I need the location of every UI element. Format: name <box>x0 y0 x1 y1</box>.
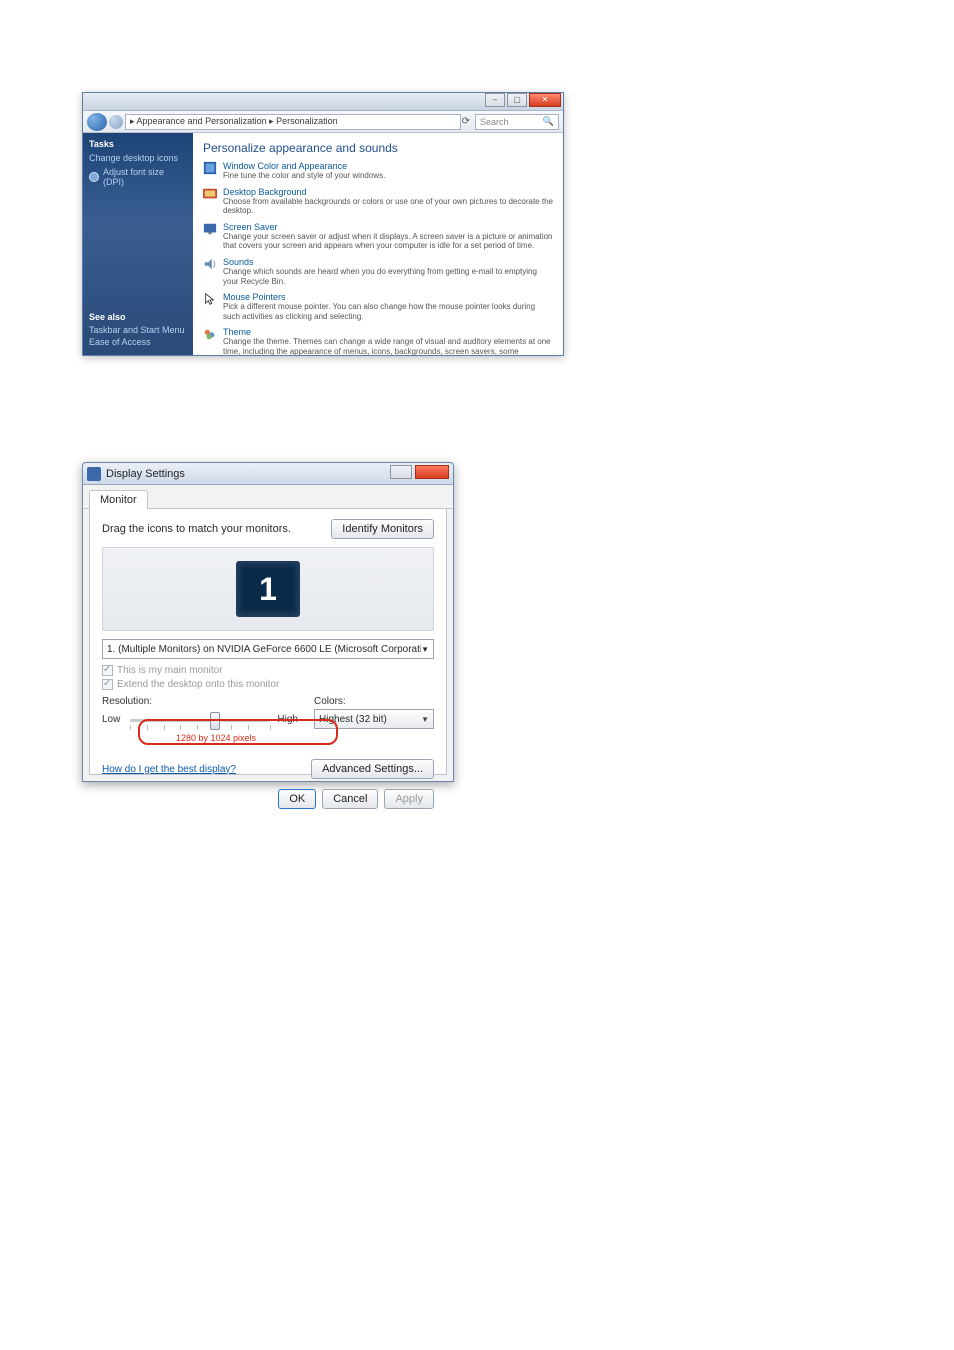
item-title: Sounds <box>223 257 553 267</box>
see-also-ease[interactable]: Ease of Access <box>89 337 187 347</box>
resolution-readout: 1280 by 1024 pixels <box>176 733 256 743</box>
see-also-heading: See also <box>89 312 187 322</box>
slider-low-label: Low <box>102 714 120 725</box>
identify-monitors-button[interactable]: Identify Monitors <box>331 519 434 539</box>
help-button[interactable] <box>390 465 412 479</box>
back-button[interactable] <box>87 113 107 131</box>
item-title: Theme <box>223 327 553 337</box>
see-also-taskbar[interactable]: Taskbar and Start Menu <box>89 325 187 335</box>
item-screen-saver[interactable]: Screen Saver Change your screen saver or… <box>203 222 553 251</box>
item-desc: Change your screen saver or adjust when … <box>223 232 553 251</box>
checkbox-icon <box>102 665 113 676</box>
chevron-down-icon: ▼ <box>421 645 429 654</box>
item-desc: Change the theme. Themes can change a wi… <box>223 337 553 355</box>
search-icon: 🔍 <box>543 116 554 127</box>
page-title: Personalize appearance and sounds <box>203 141 553 155</box>
close-button[interactable] <box>415 465 449 479</box>
desktop-bg-icon <box>203 187 217 201</box>
ok-button[interactable]: OK <box>278 789 316 809</box>
display-settings-dialog: Display Settings Monitor Drag the icons … <box>82 462 454 782</box>
item-desc: Choose from available backgrounds or col… <box>223 197 553 216</box>
dialog-titlebar[interactable]: Display Settings <box>83 463 453 485</box>
item-desktop-bg[interactable]: Desktop Background Choose from available… <box>203 187 553 216</box>
tab-label: Monitor <box>100 494 137 506</box>
item-sounds[interactable]: Sounds Change which sounds are heard whe… <box>203 257 553 286</box>
checkbox-label: This is my main monitor <box>117 665 223 676</box>
mouse-pointer-icon <box>203 292 217 306</box>
monitor-1[interactable]: 1 <box>236 561 300 617</box>
theme-icon <box>203 327 217 341</box>
checkbox-icon <box>102 679 113 690</box>
item-title: Screen Saver <box>223 222 553 232</box>
checkbox-extend-desktop: Extend the desktop onto this monitor <box>102 679 434 690</box>
breadcrumb[interactable]: ▸ Appearance and Personalization ▸ Perso… <box>125 114 461 130</box>
button-label: Cancel <box>333 793 367 805</box>
item-desc: Change which sounds are heard when you d… <box>223 267 553 286</box>
drag-instruction: Drag the icons to match your monitors. <box>102 523 291 535</box>
chevron-down-icon: ▼ <box>421 715 429 724</box>
item-title: Desktop Background <box>223 187 553 197</box>
button-label: Advanced Settings... <box>322 763 423 775</box>
close-button[interactable]: ✕ <box>529 93 561 107</box>
personalization-window: – ▢ ✕ ▸ Appearance and Personalization ▸… <box>82 92 564 356</box>
sidebar-item-label: Change desktop icons <box>89 153 178 163</box>
minimize-button[interactable]: – <box>485 93 505 107</box>
checkbox-main-monitor: This is my main monitor <box>102 665 434 676</box>
display-icon <box>87 467 101 481</box>
colors-label: Colors: <box>314 696 434 707</box>
monitor-number: 1 <box>259 571 277 608</box>
monitor-arrangement-area[interactable]: 1 <box>102 547 434 631</box>
search-input[interactable]: Search 🔍 <box>475 114 559 130</box>
sidebar-item-font-size[interactable]: Adjust font size (DPI) <box>89 167 187 187</box>
item-theme[interactable]: Theme Change the theme. Themes can chang… <box>203 327 553 355</box>
sidebar-heading: Tasks <box>89 139 187 149</box>
select-value: 1. (Multiple Monitors) on NVIDIA GeForce… <box>107 644 421 655</box>
search-placeholder: Search <box>480 117 509 127</box>
sidebar-item-label: Adjust font size (DPI) <box>103 167 187 187</box>
breadcrumb-text: ▸ Appearance and Personalization ▸ Perso… <box>130 116 338 127</box>
button-label: Apply <box>395 793 423 805</box>
shield-icon <box>89 172 99 182</box>
item-mouse-pointers[interactable]: Mouse Pointers Pick a different mouse po… <box>203 292 553 321</box>
item-desc: Fine tune the color and style of your wi… <box>223 171 553 181</box>
link-label: How do I get the best display? <box>102 764 236 775</box>
dialog-title: Display Settings <box>106 468 185 480</box>
advanced-settings-button[interactable]: Advanced Settings... <box>311 759 434 779</box>
sidebar-item-desktop-icons[interactable]: Change desktop icons <box>89 153 187 163</box>
cancel-button[interactable]: Cancel <box>322 789 378 809</box>
item-desc: Pick a different mouse pointer. You can … <box>223 302 553 321</box>
tab-strip: Monitor <box>83 485 453 509</box>
sounds-icon <box>203 257 217 271</box>
button-label: Identify Monitors <box>342 523 423 535</box>
resolution-label: Resolution: <box>102 696 298 707</box>
tasks-sidebar: Tasks Change desktop icons Adjust font s… <box>83 133 193 355</box>
maximize-button[interactable]: ▢ <box>507 93 527 107</box>
item-title: Window Color and Appearance <box>223 161 553 171</box>
tab-monitor[interactable]: Monitor <box>89 490 148 510</box>
window-color-icon <box>203 161 217 175</box>
apply-button: Apply <box>384 789 434 809</box>
forward-button[interactable] <box>109 115 123 129</box>
item-title: Mouse Pointers <box>223 292 553 302</box>
help-link[interactable]: How do I get the best display? <box>102 764 236 775</box>
window-titlebar[interactable]: – ▢ ✕ <box>83 93 563 111</box>
main-content: Personalize appearance and sounds Window… <box>193 133 563 355</box>
monitor-select[interactable]: 1. (Multiple Monitors) on NVIDIA GeForce… <box>102 639 434 659</box>
button-label: OK <box>289 793 305 805</box>
item-window-color[interactable]: Window Color and Appearance Fine tune th… <box>203 161 553 181</box>
address-bar: ▸ Appearance and Personalization ▸ Perso… <box>83 111 563 133</box>
screen-saver-icon <box>203 222 217 236</box>
checkbox-label: Extend the desktop onto this monitor <box>117 679 279 690</box>
refresh-icon[interactable]: ⟳ <box>461 116 471 127</box>
